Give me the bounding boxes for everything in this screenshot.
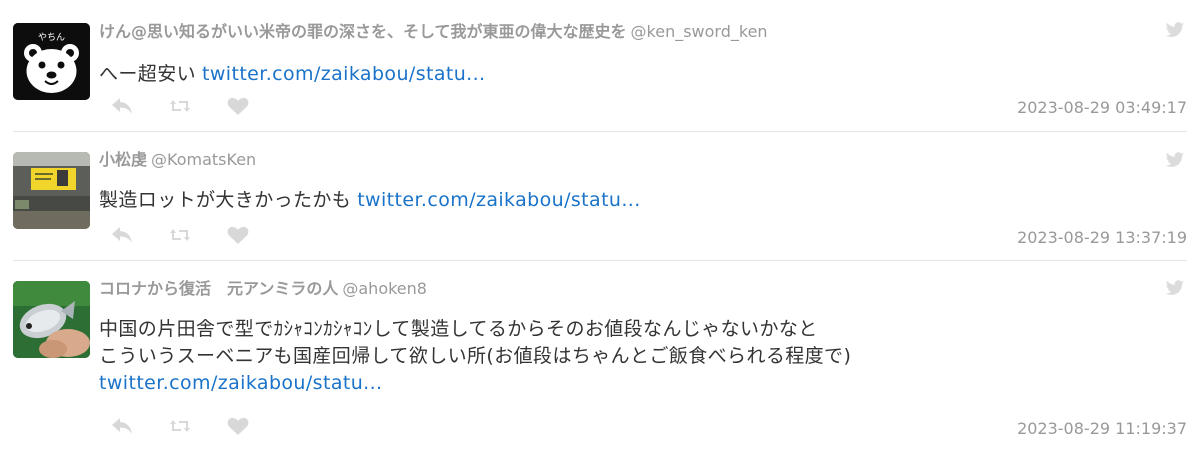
tweet-timestamp[interactable]: 2023-08-29 11:19:37 (1017, 419, 1187, 439)
tweet-timestamp[interactable]: 2023-08-29 03:49:17 (1017, 98, 1187, 118)
user-handle[interactable]: @ken_sword_ken (631, 22, 768, 41)
retweet-icon (170, 420, 190, 432)
yellow-sign-photo-icon (13, 152, 90, 229)
reply-button[interactable] (109, 414, 135, 438)
retweet-button[interactable] (167, 414, 193, 438)
tweet-link[interactable]: twitter.com/zaikabou/statu... (357, 189, 640, 211)
twitter-bird-icon-svg (1165, 280, 1185, 295)
tweet-text: 中国の片田舎で型でｶｼｬｺﾝｶｼｬｺﾝして製造してるからそのお値段なんじゃないか… (99, 316, 851, 397)
heart-icon (227, 417, 249, 435)
tweet-header: 小松虔 @KomatsKen (99, 150, 256, 170)
heart-icon (227, 97, 249, 115)
avatar[interactable] (13, 281, 90, 358)
like-button[interactable] (225, 414, 251, 438)
heart-icon (227, 226, 249, 244)
twitter-bird-icon[interactable] (1165, 280, 1185, 298)
twitter-bird-icon[interactable] (1165, 22, 1185, 40)
tweet-timestamp[interactable]: 2023-08-29 13:37:19 (1017, 228, 1187, 248)
tweet-actions (109, 223, 251, 247)
tweet-header: けん@思い知るがいい米帝の罪の深さを、そして我が東亜の偉大な歴史を @ken_sw… (99, 22, 768, 42)
twitter-bird-icon[interactable] (1165, 152, 1185, 170)
twitter-bird-icon-svg (1165, 152, 1185, 167)
tweet-item: 小松虔 @KomatsKen 製造ロットが大きかったかも twitter.com/z… (13, 132, 1187, 261)
tweet-timeline: やちん けん@思い知るがいい米帝の罪の深さを、そして我が東亜の偉大な歴史を @ke… (0, 0, 1200, 474)
tweet-link[interactable]: twitter.com/zaikabou/statu... (99, 372, 382, 394)
user-handle[interactable]: @ahoken8 (342, 279, 427, 298)
reply-icon (112, 98, 132, 114)
avatar[interactable]: やちん (13, 23, 90, 100)
display-name[interactable]: 小松虔 (99, 150, 147, 169)
reply-icon (112, 227, 132, 243)
retweet-button[interactable] (167, 223, 193, 247)
reply-button[interactable] (109, 223, 135, 247)
reply-icon (112, 418, 132, 434)
fish-in-hand-photo-icon (13, 281, 90, 358)
reply-button[interactable] (109, 94, 135, 118)
tweet-link[interactable]: twitter.com/zaikabou/statu... (202, 63, 485, 85)
retweet-icon (170, 229, 190, 241)
display-name[interactable]: けん@思い知るがいい米帝の罪の深さを、そして我が東亜の偉大な歴史を (99, 22, 627, 41)
tweet-item: やちん けん@思い知るがいい米帝の罪の深さを、そして我が東亜の偉大な歴史を @ke… (13, 0, 1187, 132)
display-name[interactable]: コロナから復活 元アンミラの人 (99, 279, 338, 298)
twitter-bird-icon-svg (1165, 22, 1185, 37)
tweet-body: へー超安い (99, 63, 197, 85)
tweet-body: 製造ロットが大きかったかも (99, 189, 352, 211)
tweet-item: コロナから復活 元アンミラの人 @ahoken8 中国の片田舎で型でｶｼｬｺﾝｶｼ… (13, 261, 1187, 451)
user-handle[interactable]: @KomatsKen (151, 150, 256, 169)
tweet-body-line: 中国の片田舎で型でｶｼｬｺﾝｶｼｬｺﾝして製造してるからそのお値段なんじゃないか… (99, 318, 818, 340)
tweet-body-line: こういうスーベニアも国産回帰して欲しい所(お値段はちゃんとご飯食べられる程度で) (99, 345, 852, 367)
tweet-actions (109, 414, 251, 438)
avatar[interactable] (13, 152, 90, 229)
white-bear-face-icon: やちん (13, 23, 90, 100)
tweet-text: へー超安い twitter.com/zaikabou/statu... (99, 61, 486, 88)
tweet-text: 製造ロットが大きかったかも twitter.com/zaikabou/statu.… (99, 187, 641, 214)
tweet-actions (109, 94, 251, 118)
retweet-icon (170, 100, 190, 112)
like-button[interactable] (225, 94, 251, 118)
retweet-button[interactable] (167, 94, 193, 118)
like-button[interactable] (225, 223, 251, 247)
tweet-header: コロナから復活 元アンミラの人 @ahoken8 (99, 279, 427, 299)
avatar-logo-text: やちん (38, 32, 65, 43)
